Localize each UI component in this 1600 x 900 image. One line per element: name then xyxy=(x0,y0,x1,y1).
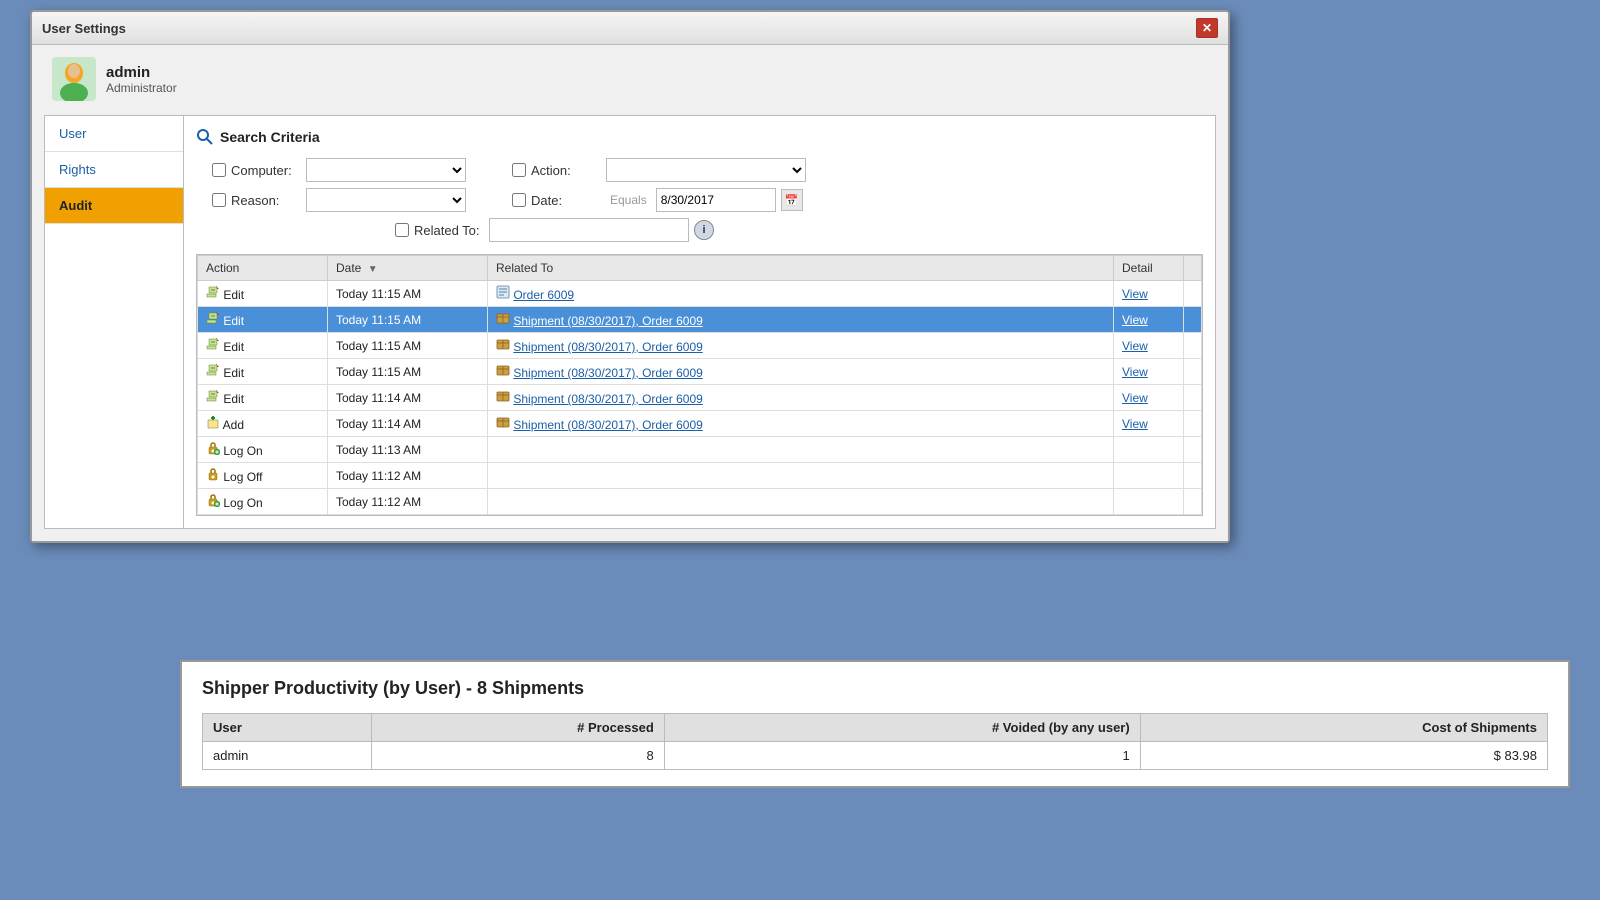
calendar-icon[interactable]: 📅 xyxy=(781,189,803,211)
edit-icon xyxy=(206,363,220,377)
date-checkbox[interactable] xyxy=(512,193,526,207)
user-role: Administrator xyxy=(106,81,177,95)
shipment-icon xyxy=(496,363,510,377)
table-row[interactable]: EditToday 11:15 AM Shipment (08/30/2017)… xyxy=(198,333,1202,359)
table-row[interactable]: EditToday 11:14 AM Shipment (08/30/2017)… xyxy=(198,385,1202,411)
main-content: User Rights Audit Search Criteria xyxy=(44,115,1216,529)
computer-label: Computer: xyxy=(231,163,301,178)
search-criteria-header: Search Criteria xyxy=(196,128,1203,146)
action-label: Action: xyxy=(531,163,601,178)
logoff-icon xyxy=(206,467,220,481)
reason-label: Reason: xyxy=(231,193,301,208)
table-row[interactable]: Log OffToday 11:12 AM xyxy=(198,463,1202,489)
related-to-label: Related To: xyxy=(414,223,484,238)
edit-icon xyxy=(206,311,220,325)
user-header: admin Administrator xyxy=(52,57,1216,101)
shipment-icon xyxy=(496,311,510,325)
prod-col-user: User xyxy=(203,714,372,742)
productivity-title: Shipper Productivity (by User) - 8 Shipm… xyxy=(202,678,1548,699)
add-icon xyxy=(206,415,220,429)
user-info: admin Administrator xyxy=(106,64,177,95)
search-icon xyxy=(196,128,214,146)
col-action: Action xyxy=(198,256,328,281)
date-input[interactable] xyxy=(656,188,776,212)
window-body: admin Administrator User Rights Audit xyxy=(32,45,1228,541)
table-row[interactable]: Log OnToday 11:12 AM xyxy=(198,489,1202,515)
sidebar: User Rights Audit xyxy=(44,115,184,529)
user-settings-window: User Settings ✕ admin Administrator xyxy=(30,10,1230,543)
prod-col-processed: # Processed xyxy=(372,714,665,742)
action-select[interactable] xyxy=(606,158,806,182)
info-button[interactable]: i xyxy=(694,220,714,240)
table-row[interactable]: AddToday 11:14 AM Shipment (08/30/2017),… xyxy=(198,411,1202,437)
computer-select[interactable] xyxy=(306,158,466,182)
productivity-table: User # Processed # Voided (by any user) … xyxy=(202,713,1548,770)
title-bar: User Settings ✕ xyxy=(32,12,1228,45)
sidebar-item-audit[interactable]: Audit xyxy=(45,188,183,224)
action-checkbox[interactable] xyxy=(512,163,526,177)
productivity-row: admin81$ 83.98 xyxy=(203,742,1548,770)
col-scroll xyxy=(1184,256,1202,281)
table-row[interactable]: EditToday 11:15 AM Shipment (08/30/2017)… xyxy=(198,307,1202,333)
related-to-checkbox[interactable] xyxy=(395,223,409,237)
search-criteria-title: Search Criteria xyxy=(220,129,320,145)
reason-checkbox[interactable] xyxy=(212,193,226,207)
date-label: Date: xyxy=(531,193,601,208)
reason-select[interactable] xyxy=(306,188,466,212)
edit-icon xyxy=(206,337,220,351)
productivity-panel: Shipper Productivity (by User) - 8 Shipm… xyxy=(180,660,1570,788)
content-panel: Search Criteria Computer: Action: xyxy=(184,115,1216,529)
audit-table-wrapper: Action Date ▼ Related To Detail EditToda… xyxy=(196,254,1203,516)
shipment-icon xyxy=(496,337,510,351)
close-button[interactable]: ✕ xyxy=(1196,18,1218,38)
window-title: User Settings xyxy=(42,21,126,36)
order-icon xyxy=(496,285,510,299)
audit-table: Action Date ▼ Related To Detail EditToda… xyxy=(197,255,1202,515)
equals-label: Equals xyxy=(610,193,647,207)
logon-icon xyxy=(206,441,220,455)
logon-icon xyxy=(206,493,220,507)
shipment-icon xyxy=(496,415,510,429)
table-row[interactable]: EditToday 11:15 AM Shipment (08/30/2017)… xyxy=(198,359,1202,385)
col-detail: Detail xyxy=(1114,256,1184,281)
avatar xyxy=(52,57,96,101)
user-name: admin xyxy=(106,64,177,81)
prod-col-cost: Cost of Shipments xyxy=(1140,714,1547,742)
prod-col-voided: # Voided (by any user) xyxy=(664,714,1140,742)
sidebar-item-rights[interactable]: Rights xyxy=(45,152,183,188)
edit-icon xyxy=(206,285,220,299)
table-row[interactable]: Log OnToday 11:13 AM xyxy=(198,437,1202,463)
edit-icon xyxy=(206,389,220,403)
sidebar-item-user[interactable]: User xyxy=(45,116,183,152)
computer-checkbox[interactable] xyxy=(212,163,226,177)
shipment-icon xyxy=(496,389,510,403)
related-to-input[interactable] xyxy=(489,218,689,242)
table-row[interactable]: EditToday 11:15 AM Order 6009View xyxy=(198,281,1202,307)
col-date[interactable]: Date ▼ xyxy=(328,256,488,281)
col-related-to: Related To xyxy=(488,256,1114,281)
